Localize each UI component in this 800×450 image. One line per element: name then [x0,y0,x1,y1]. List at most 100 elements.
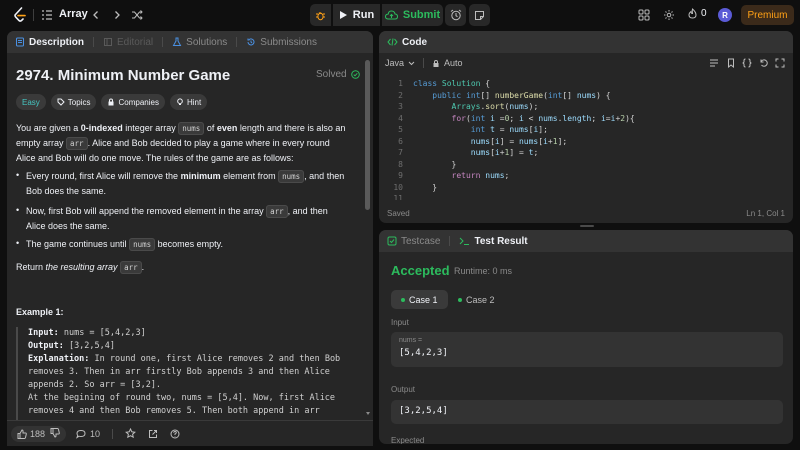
thumbs-up-icon [17,428,27,439]
alarm-clock-icon [450,9,461,21]
like-button[interactable]: 188 [17,429,45,439]
settings-gear-icon[interactable] [662,8,676,22]
note-icon [475,10,484,20]
submit-button[interactable]: Submit [382,4,443,26]
divider [93,37,95,47]
example-output-label: Output: [28,341,64,351]
rule-item-3: The game continues until nums becomes em… [26,237,346,252]
code-toolbar: Java Auto [379,53,793,73]
share-button[interactable] [148,429,158,439]
book-icon [104,38,113,46]
text: The game continues until [26,239,130,249]
shuffle-icon[interactable] [130,8,144,22]
problem-list-icon[interactable] [41,9,53,21]
verdict-label: Accepted [391,263,450,278]
autocomplete-mode[interactable]: Auto [432,58,463,68]
code-line: class Solution { [413,79,491,88]
tab-test-result[interactable]: Test Result [459,236,528,247]
code-line: public int[] numberGame(int[] nums) { [432,90,611,100]
lock-icon [433,59,439,67]
dislike-button[interactable] [50,427,60,440]
tab-submissions[interactable]: Submissions [246,37,317,48]
help-button[interactable] [170,429,180,439]
output-value: [3,2,5,4] [399,406,448,416]
notes-button[interactable] [469,4,490,26]
timer-button[interactable] [445,4,466,26]
case-1-label: Case 1 [409,294,438,305]
example-heading: Example 1: [16,307,64,317]
chevron-left-icon[interactable] [89,8,103,22]
example-explanation-text: removes 4 and then Bob removes 5. Then b… [28,406,320,416]
chevron-right-icon[interactable] [110,8,124,22]
like-count: 188 [30,428,46,439]
case-2-tab[interactable]: Case 2 [448,290,505,309]
fullscreen-icon[interactable] [775,58,785,70]
tab-code[interactable]: Code [387,37,427,48]
scroll-down-arrow-icon[interactable] [366,412,370,416]
case-1-tab[interactable]: Case 1 [391,290,448,309]
line-number: 4 [398,113,403,123]
avatar[interactable]: R [718,8,732,22]
format-icon[interactable] [709,58,719,70]
code-editor[interactable]: 1 class Solution { 2 public int[] numberG… [379,76,793,223]
problem-title[interactable]: 2974. Minimum Number Game [16,67,230,84]
share-icon [149,429,158,438]
run-button[interactable]: Run [333,4,380,26]
companies-label: Companies [118,97,159,107]
curly-braces-icon[interactable] [742,58,752,70]
text: You are given a [16,123,81,133]
leetcode-logo-icon[interactable] [12,7,28,23]
bullet-dot: • [16,238,20,248]
line-number: 3 [398,102,403,111]
play-icon [339,11,347,19]
runtime-label: Runtime: 0 ms [454,266,513,276]
language-selector[interactable]: Java [385,58,415,68]
example-output-value: [3,2,5,4] [63,341,116,351]
problem-list-title[interactable]: Array [59,8,88,20]
lightbulb-icon [177,98,183,105]
flask-icon [172,37,182,46]
input-param-name: nums = [399,337,423,344]
code-line: } [413,159,457,169]
text: of [204,123,217,133]
companies-chip[interactable]: Companies [101,94,165,110]
tab-testcase[interactable]: Testcase [387,236,440,247]
topics-chip[interactable]: Topics [50,94,97,110]
text-bold: 0-indexed [80,123,123,133]
inline-code: nums [129,238,156,251]
bookmark-icon[interactable] [726,58,736,70]
description-scrollbar[interactable] [365,60,370,210]
hint-chip[interactable]: Hint [169,94,208,110]
layout-grid-icon[interactable] [637,8,651,22]
streak-count: 0 [701,8,707,19]
reset-icon[interactable] [759,58,769,70]
editor-status-bar: Saved Ln 1, Col 1 [379,209,793,218]
debug-button[interactable] [310,4,331,26]
comments-button[interactable]: 10 [76,429,100,439]
expected-label: Expected [391,436,425,444]
check-circle-icon [350,70,360,79]
favorite-button[interactable] [125,428,136,439]
text: becomes empty. [155,239,223,249]
tab-testcase-label: Testcase [401,235,441,247]
tab-description[interactable]: Description [15,37,84,48]
topics-label: Topics [67,97,91,107]
hint-label: Hint [186,97,202,107]
daily-streak[interactable]: 0 [688,8,707,19]
tab-solutions[interactable]: Solutions [172,37,227,48]
text: Every round, first Alice will remove the [26,171,181,181]
line-number: 7 [398,148,403,157]
chevron-down-icon [408,61,415,65]
premium-button[interactable]: Premium [741,5,794,25]
text: Now, first Bob will append the removed e… [26,206,267,216]
text: . [141,262,145,272]
code-line: Arrays.sort(nums); [451,102,539,111]
panel-resize-handle[interactable] [580,225,594,227]
divider [162,37,164,47]
run-controls: Run Submit [310,4,443,26]
inline-code: arr [120,261,142,274]
text: element from [220,171,279,181]
tab-submissions-label: Submissions [260,36,317,48]
tag-icon [57,98,65,106]
tab-editorial[interactable]: Editorial [103,37,153,48]
